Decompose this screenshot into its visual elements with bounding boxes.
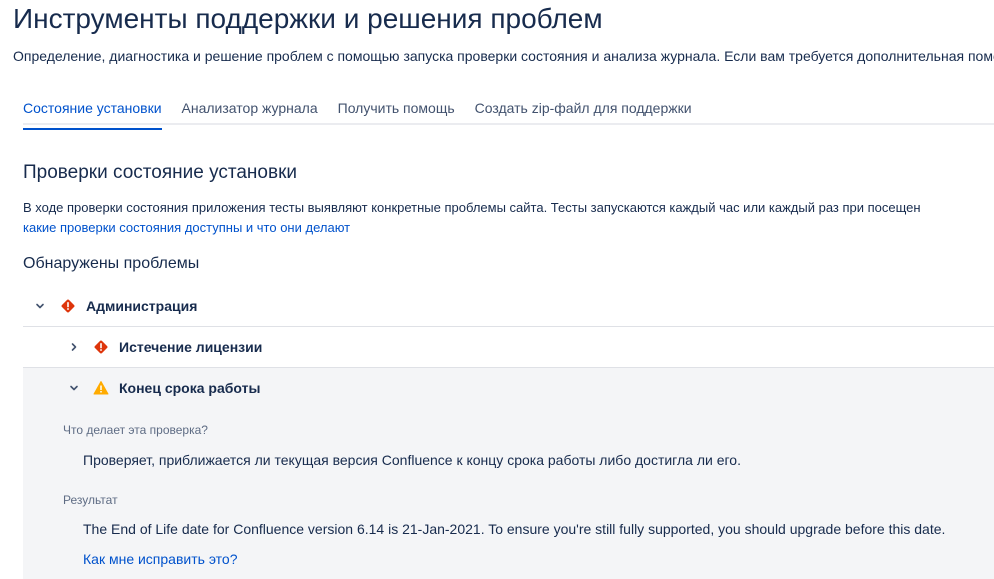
problems-found-heading: Обнаружены проблемы [23,255,200,272]
tab-get-help[interactable]: Получить помощь [338,98,455,123]
warning-icon [93,380,109,396]
chevron-right-icon[interactable] [66,339,82,355]
how-to-fix-link[interactable]: Как мне исправить это? [83,549,237,569]
check-label: Истечение лицензии [119,339,263,355]
chevron-down-icon[interactable] [32,298,48,314]
error-icon [93,339,109,355]
check-label: Конец срока работы [119,380,261,396]
chevron-down-icon[interactable] [66,380,82,396]
support-tools-page: Инструменты поддержки и решения проблем … [0,0,994,579]
page-title: Инструменты поддержки и решения проблем [13,3,603,34]
health-checks-info-link[interactable]: какие проверки состояния доступны и что … [23,218,350,238]
health-section-description: В ходе проверки состояния приложения тес… [23,200,921,215]
what-check-does-label: Что делает эта проверка? [63,423,208,437]
result-text: The End of Life date for Confluence vers… [83,521,946,537]
tab-bar: Состояние установки Анализатор журнала П… [23,98,994,130]
result-label: Результат [63,493,118,507]
check-group-administration[interactable]: Администрация [23,286,994,327]
tab-installation-health[interactable]: Состояние установки [23,98,162,130]
page-subtitle: Определение, диагностика и решение пробл… [13,48,994,64]
tab-log-analyzer[interactable]: Анализатор журнала [182,98,318,123]
what-check-does-text: Проверяет, приближается ли текущая верси… [83,452,741,468]
check-group-label: Администрация [86,298,198,314]
check-end-of-life[interactable]: Конец срока работы [23,368,994,408]
tab-create-support-zip[interactable]: Создать zip-файл для поддержки [475,98,692,123]
health-section-title: Проверки состояние установки [23,162,298,183]
error-icon [60,298,76,314]
check-license-expiry[interactable]: Истечение лицензии [23,327,994,368]
